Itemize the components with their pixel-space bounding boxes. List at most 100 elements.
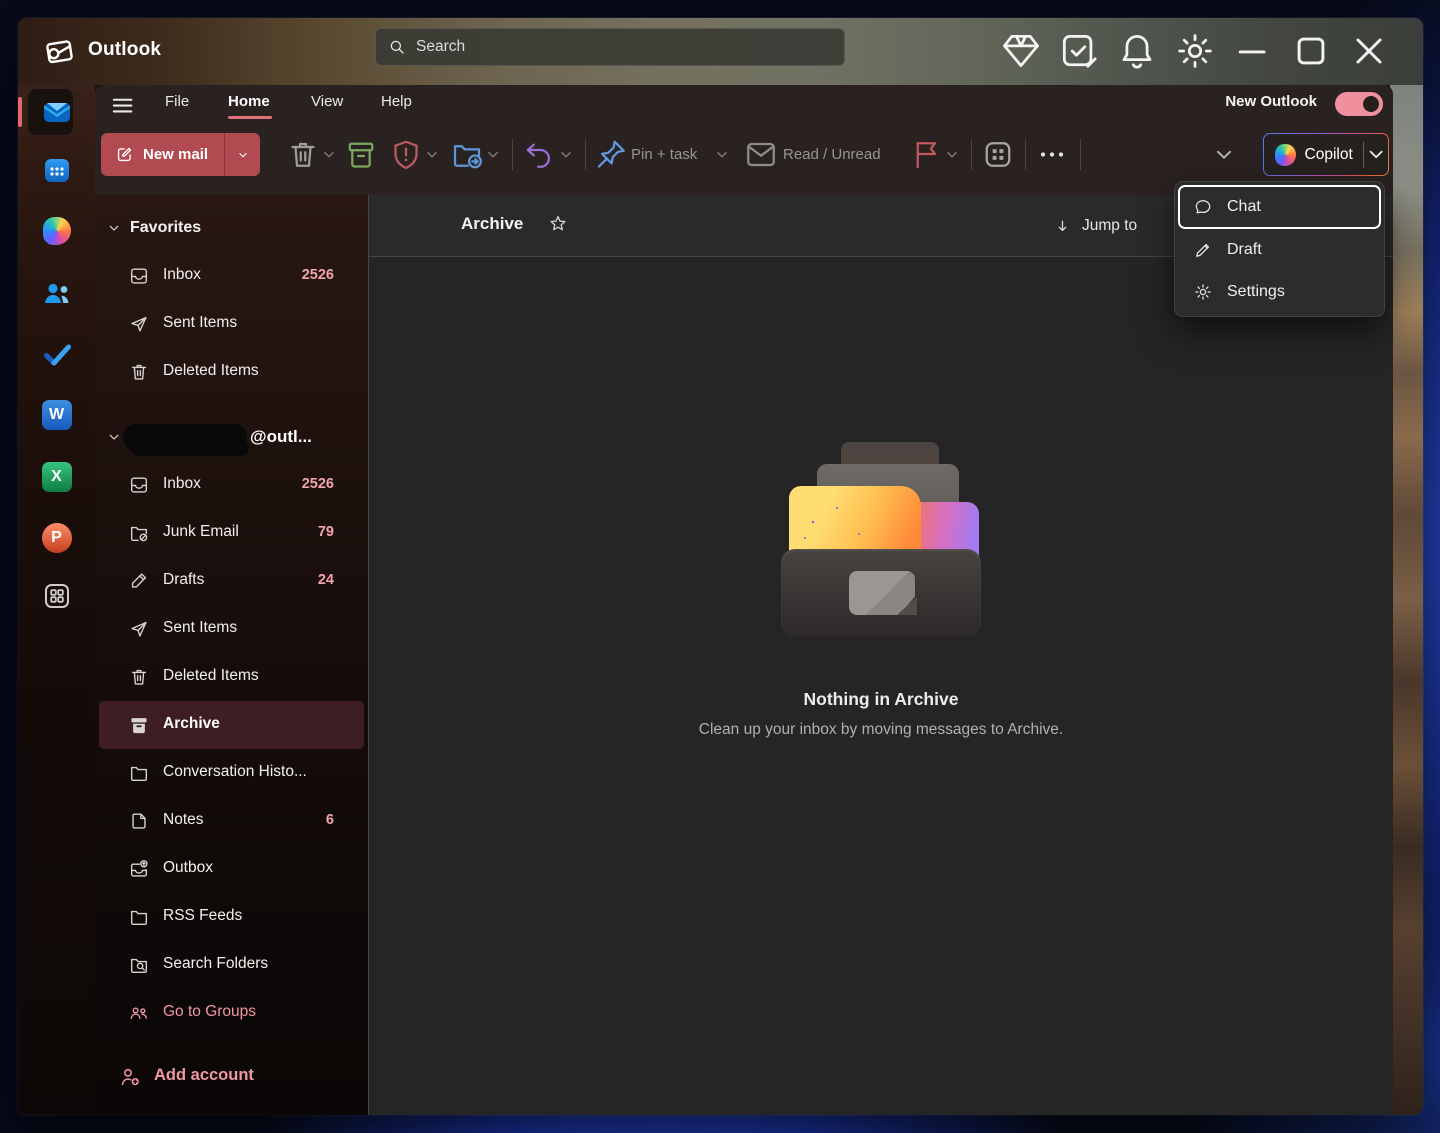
folder-item-sent[interactable]: Sent Items [99,300,364,348]
rail-copilot-icon[interactable] [18,206,95,256]
menu-item-label: Draft [1227,241,1262,259]
search-box[interactable] [375,28,845,66]
add-account-button[interactable]: Add account [99,1053,364,1101]
toolbar-divider [1025,139,1026,170]
pencil-icon [1193,240,1213,260]
jump-to-button[interactable]: Jump to [1046,209,1145,243]
folder-item-junk[interactable]: Junk Email 79 [99,509,364,557]
go-to-groups[interactable]: Go to Groups [99,989,364,1037]
favorite-star-icon[interactable] [547,213,569,235]
move-to-folder-icon[interactable] [449,133,485,176]
new-outlook-toggle[interactable] [1335,92,1383,116]
search-icon [388,38,406,56]
copilot-dropdown-menu: Chat Draft Settings [1174,181,1385,317]
new-outlook-label: New Outlook [1225,93,1317,110]
unread-count: 2526 [302,267,334,283]
premium-icon[interactable] [992,29,1050,73]
folder-item-inbox[interactable]: Inbox 2526 [99,461,364,509]
new-mail-dropdown[interactable] [224,133,260,176]
report-dropdown-icon[interactable] [423,133,441,176]
search-input[interactable] [416,38,832,56]
settings-icon[interactable] [1166,29,1224,73]
archive-icon[interactable] [343,133,379,176]
unread-count: 6 [326,812,334,828]
rail-mail-icon[interactable] [18,87,95,137]
menu-item-draft[interactable]: Draft [1178,229,1381,271]
delete-dropdown-icon[interactable] [320,133,338,176]
read-unread-icon[interactable] [743,133,779,176]
folder-label: Conversation Histo... [163,763,307,781]
menu-help[interactable]: Help [381,93,412,110]
menu-item-settings[interactable]: Settings [1178,271,1381,313]
pin-dropdown-icon[interactable] [713,133,731,176]
folder-item-rss[interactable]: RSS Feeds [99,893,364,941]
rail-excel-icon[interactable]: X [18,452,95,502]
unread-count: 79 [318,524,334,540]
maximize-button[interactable] [1282,29,1340,73]
menu-item-label: Chat [1227,198,1261,216]
folder-item-archive-selected[interactable]: Archive [99,701,364,749]
folder-item-conversation-history[interactable]: Conversation Histo... [99,749,364,797]
folder-label: Go to Groups [163,1003,256,1021]
delete-icon[interactable] [285,133,321,176]
groups-icon [128,1002,150,1024]
flag-icon[interactable] [908,133,944,176]
minimize-button[interactable] [1224,29,1282,73]
folder-label: Outbox [163,859,213,877]
copilot-button[interactable]: Copilot [1263,133,1389,176]
pin-icon[interactable] [593,133,629,176]
folder-item-inbox[interactable]: Inbox 2526 [99,252,364,300]
powerpoint-icon: P [42,523,72,553]
undo-icon[interactable] [521,133,557,176]
new-mail-button[interactable]: New mail [101,133,260,176]
account-section-header[interactable]: @outl... [95,413,368,461]
menu-item-label: Settings [1227,283,1285,301]
menu-view[interactable]: View [311,93,343,110]
rail-apps-icon[interactable] [18,571,95,621]
rail-powerpoint-icon[interactable]: P [18,513,95,563]
undo-dropdown-icon[interactable] [557,133,575,176]
pin-task-label[interactable]: Pin + task [631,133,697,176]
ribbon-collapse-icon[interactable] [1211,133,1237,176]
folder-item-sent[interactable]: Sent Items [99,605,364,653]
search-folder-icon [128,954,150,976]
folder-item-deleted[interactable]: Deleted Items [99,653,364,701]
flag-dropdown-icon[interactable] [943,133,961,176]
drafts-icon [128,570,150,592]
rail-word-icon[interactable]: W [18,390,95,440]
archive-illustration [781,442,981,637]
more-options-icon[interactable] [1034,133,1070,176]
rail-people-icon[interactable] [18,268,95,318]
folder-item-outbox[interactable]: Outbox [99,845,364,893]
menu-home[interactable]: Home [228,93,270,110]
rail-todo-icon[interactable] [18,329,95,379]
folder-label: Search Folders [163,955,268,973]
folder-label: Drafts [163,571,204,589]
folder-label: Sent Items [163,619,237,637]
menu-file[interactable]: File [165,93,189,110]
folder-item-drafts[interactable]: Drafts 24 [99,557,364,605]
mail-view: Archive Jump to [368,195,1393,1115]
hamburger-menu-icon[interactable] [108,91,136,119]
copilot-logo-icon [1275,144,1296,166]
toolbar-divider [585,139,586,170]
mail-icon [41,96,73,128]
close-button[interactable] [1340,29,1398,73]
report-shield-icon[interactable] [388,133,424,176]
folder-item-notes[interactable]: Notes 6 [99,797,364,845]
titlebar: Outlook [18,18,1423,85]
notifications-icon[interactable] [1108,29,1166,73]
rail-calendar-icon[interactable] [18,145,95,195]
copilot-dropdown-icon[interactable] [1364,142,1388,166]
menu-item-chat[interactable]: Chat [1178,185,1381,229]
jump-down-icon [1054,218,1071,235]
tasks-check-icon[interactable] [1050,29,1108,73]
read-unread-label[interactable]: Read / Unread [783,133,881,176]
move-dropdown-icon[interactable] [484,133,502,176]
folder-item-search-folders[interactable]: Search Folders [99,941,364,989]
folder-item-deleted[interactable]: Deleted Items [99,348,364,396]
apps-grid-icon[interactable] [980,133,1016,176]
settings-icon [1193,282,1213,302]
favorites-section-header[interactable]: Favorites [95,204,368,252]
account-label: @outl... [250,427,312,447]
